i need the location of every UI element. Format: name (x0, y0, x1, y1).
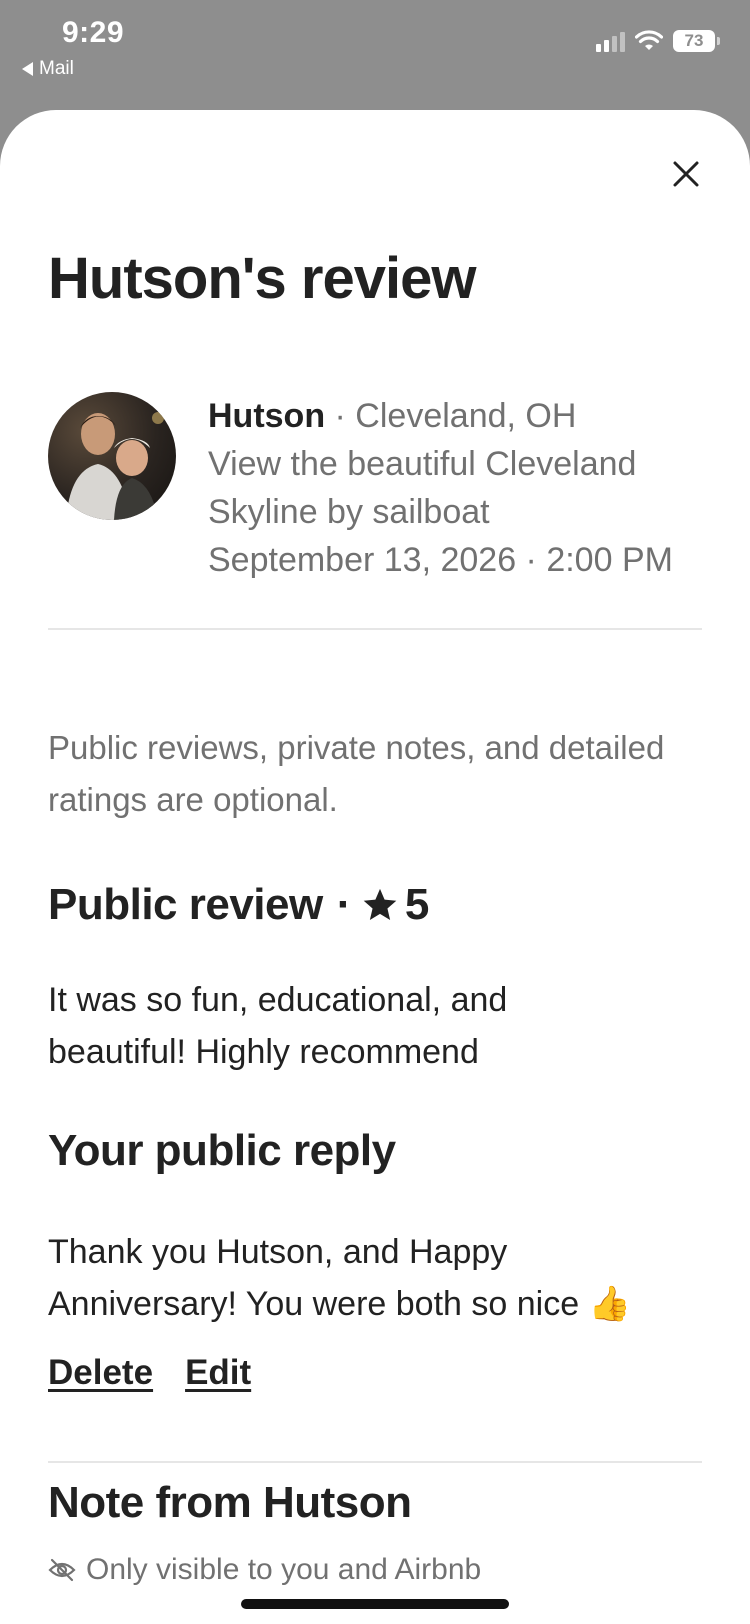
back-to-mail-button[interactable]: Mail (22, 58, 74, 80)
eye-off-icon (48, 1558, 76, 1582)
back-arrow-icon (22, 62, 33, 76)
rating-value: 5 (404, 880, 429, 929)
private-note-visibility: Only visible to you and Airbnb (48, 1553, 481, 1587)
reply-actions: Delete Edit (48, 1353, 251, 1393)
divider (48, 1461, 702, 1463)
reviewer-name: Hutson (208, 397, 326, 435)
public-review-text: It was so fun, educational, and beautifu… (48, 981, 508, 1071)
home-indicator (241, 1599, 509, 1609)
public-review-label: Public review (48, 880, 323, 929)
close-icon[interactable] (666, 154, 706, 194)
delete-reply-link[interactable]: Delete (48, 1353, 153, 1393)
battery-icon: 73 (673, 30, 720, 52)
experience-title: View the beautiful Cleveland Skyline by … (208, 445, 637, 531)
reviewer-location: · Cleveland, OH (325, 397, 577, 435)
status-bar: 9:29 Mail 73 (0, 0, 750, 110)
avatar (48, 392, 176, 520)
battery-level: 73 (673, 30, 715, 52)
signal-icon (596, 30, 625, 52)
divider (48, 628, 702, 630)
reviewer-info: Hutson · Cleveland, OH View the beautifu… (208, 392, 708, 584)
optional-note: Public reviews, private notes, and detai… (48, 729, 665, 818)
separator-dot: · (336, 880, 352, 929)
public-reply-text: Thank you Hutson, and Happy Anniversary!… (48, 1233, 631, 1323)
private-note-heading: Note from Hutson (48, 1478, 412, 1527)
star-icon (363, 888, 397, 921)
wifi-icon (635, 30, 663, 50)
back-app-label: Mail (39, 58, 74, 79)
visibility-text: Only visible to you and Airbnb (86, 1553, 482, 1586)
edit-reply-link[interactable]: Edit (185, 1353, 251, 1393)
review-sheet: Hutson's review Hutson · Cleveland, OH V… (0, 110, 750, 1624)
status-indicators: 73 (596, 30, 720, 52)
status-time: 9:29 (62, 16, 125, 49)
public-reply-heading: Your public reply (48, 1126, 396, 1175)
review-datetime: September 13, 2026 · 2:00 PM (208, 541, 673, 579)
page-title: Hutson's review (48, 246, 476, 311)
public-review-heading: Public review · 5 (48, 880, 429, 930)
reviewer-name-line: Hutson · Cleveland, OH (208, 392, 708, 440)
